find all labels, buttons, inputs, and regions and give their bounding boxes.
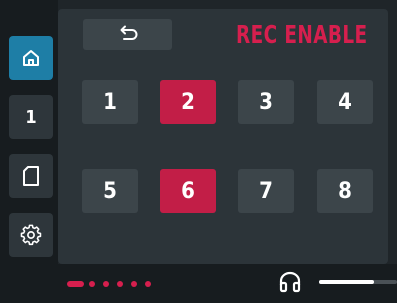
undo-arrow-icon xyxy=(118,25,138,45)
sd-card-icon xyxy=(22,165,40,187)
nav-home-button[interactable] xyxy=(9,36,53,80)
track-5-button[interactable]: 5 xyxy=(82,169,138,213)
track-3-button[interactable]: 3 xyxy=(238,80,294,124)
headphone-volume-fill xyxy=(319,280,374,284)
nav-settings-button[interactable] xyxy=(9,213,53,257)
track-label: 2 xyxy=(181,89,195,115)
page-title: REC ENABLE xyxy=(236,20,368,49)
track-label: 7 xyxy=(259,178,273,204)
nav-track-one-button[interactable]: 1 xyxy=(9,95,53,139)
home-icon xyxy=(21,48,41,68)
track-label: 8 xyxy=(338,178,352,204)
track-8-button[interactable]: 8 xyxy=(317,169,373,213)
track-4-button[interactable]: 4 xyxy=(317,80,373,124)
gear-icon xyxy=(20,224,42,246)
page-dot xyxy=(103,281,109,287)
page-dot xyxy=(117,281,123,287)
track-2-button[interactable]: 2 xyxy=(160,80,216,124)
headphones-icon xyxy=(278,271,302,297)
track-label: 1 xyxy=(103,89,117,115)
footer-bar xyxy=(0,264,397,303)
page-dot xyxy=(145,281,151,287)
page-dot-active xyxy=(67,281,84,287)
track-label: 5 xyxy=(103,178,117,204)
track-1-button[interactable]: 1 xyxy=(82,80,138,124)
sidebar: 1 xyxy=(0,0,58,264)
track-label: 3 xyxy=(259,89,273,115)
track-label: 4 xyxy=(338,89,352,115)
track-7-button[interactable]: 7 xyxy=(238,169,294,213)
page-dot xyxy=(131,281,137,287)
page-dot xyxy=(89,281,95,287)
back-button[interactable] xyxy=(83,19,172,50)
nav-track-label: 1 xyxy=(25,106,37,128)
track-label: 6 xyxy=(181,178,195,204)
nav-sd-card-button[interactable] xyxy=(9,154,53,198)
headphone-volume-slider[interactable] xyxy=(319,280,397,284)
track-6-button[interactable]: 6 xyxy=(160,169,216,213)
